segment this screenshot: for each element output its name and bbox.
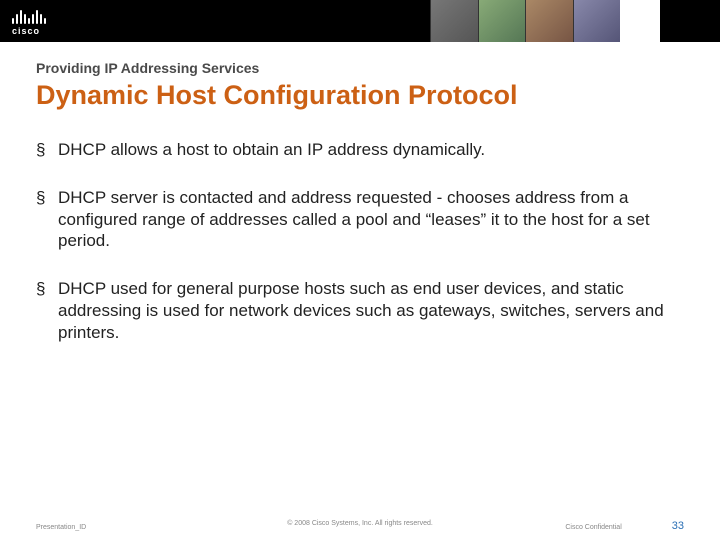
bullet-item: DHCP used for general purpose hosts such… <box>36 278 684 343</box>
bullet-item: DHCP allows a host to obtain an IP addre… <box>36 139 684 161</box>
footer: Presentation_ID © 2008 Cisco Systems, In… <box>0 520 720 532</box>
top-bar: cisco <box>0 0 720 42</box>
slide-title: Dynamic Host Configuration Protocol <box>36 80 684 111</box>
slide: { "brand": { "name": "cisco" }, "header"… <box>0 0 720 540</box>
footer-presentation-id: Presentation_ID <box>36 524 86 531</box>
header-photo-strip <box>430 0 660 42</box>
cisco-logo: cisco <box>12 6 46 36</box>
page-number: 33 <box>672 520 684 532</box>
bullet-item: DHCP server is contacted and address req… <box>36 187 684 252</box>
cisco-logo-text: cisco <box>12 26 40 36</box>
bullet-list: DHCP allows a host to obtain an IP addre… <box>36 139 684 343</box>
footer-copyright: © 2008 Cisco Systems, Inc. All rights re… <box>287 520 433 527</box>
content-area: Providing IP Addressing Services Dynamic… <box>0 42 720 343</box>
footer-confidential: Cisco Confidential <box>565 524 621 531</box>
cisco-logo-bars-icon <box>12 6 46 24</box>
slide-kicker: Providing IP Addressing Services <box>36 60 684 76</box>
